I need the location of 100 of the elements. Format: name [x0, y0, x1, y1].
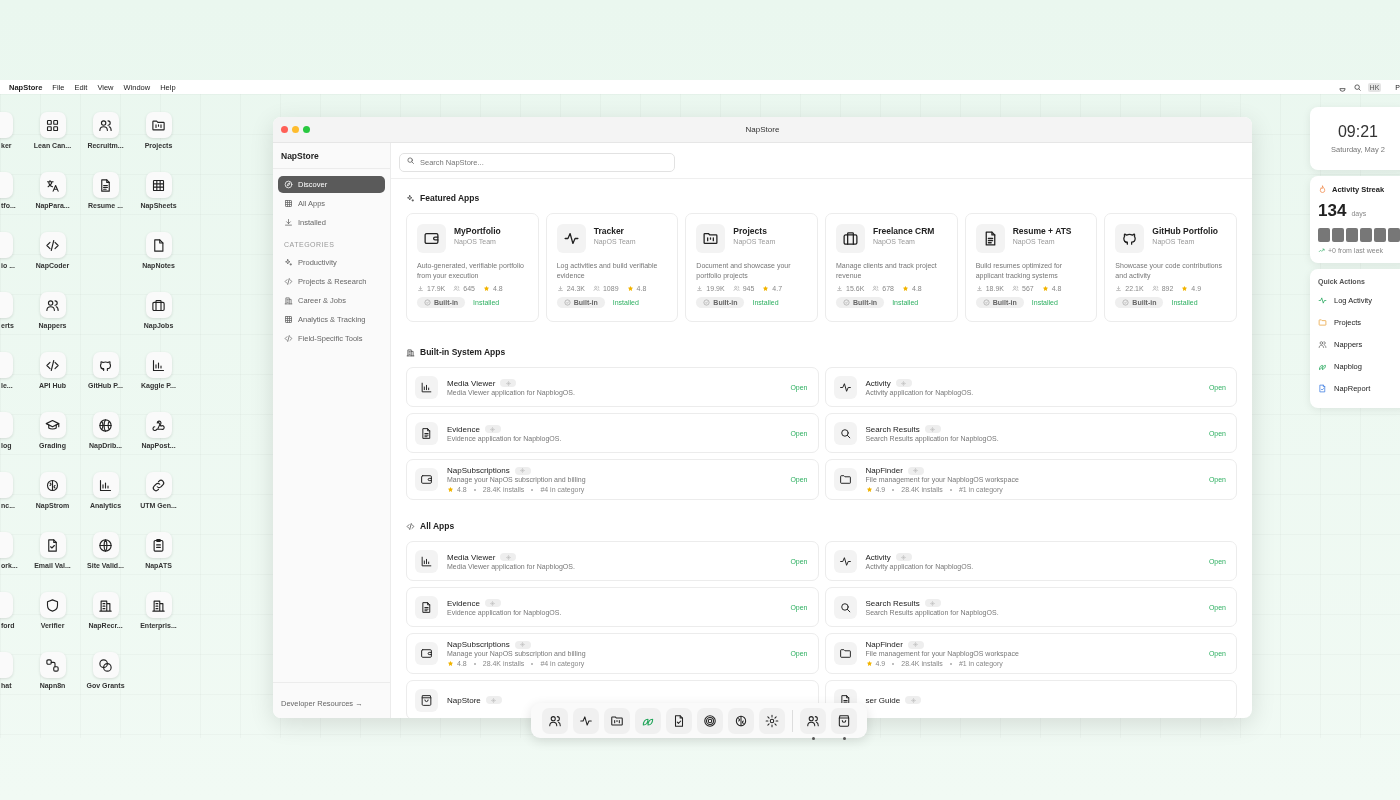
sparkle-icon — [406, 193, 415, 203]
download-icon — [696, 285, 704, 292]
search-icon — [838, 426, 852, 440]
pulse-icon — [838, 554, 852, 568]
dock-item[interactable] — [830, 707, 857, 734]
pulse-icon — [562, 230, 580, 247]
app-title: Tracker — [593, 226, 625, 236]
app-title: NapStore — [447, 695, 481, 705]
star-icon — [483, 285, 490, 292]
folder-icon — [838, 473, 852, 486]
star-icon — [865, 660, 873, 667]
note-icon — [151, 237, 166, 253]
system-badge — [484, 425, 501, 433]
system-badge — [485, 696, 502, 704]
code-icon — [284, 277, 293, 286]
search-icon — [838, 600, 852, 614]
users-icon — [98, 117, 113, 133]
star-icon — [1041, 285, 1049, 292]
bar-chart-icon — [98, 477, 113, 493]
system-badge — [905, 696, 922, 704]
wallet-icon — [423, 230, 440, 247]
users-icon — [45, 297, 60, 313]
download-icon — [284, 218, 293, 227]
sparkle-icon — [284, 258, 293, 267]
app-title: NapSubscriptions — [447, 466, 510, 475]
system-badge — [484, 599, 501, 607]
folder-chart-icon — [151, 117, 166, 133]
system-badge — [514, 466, 531, 475]
bar-chart-icon — [420, 380, 433, 394]
pulse-icon — [838, 380, 852, 394]
pulse-icon — [1318, 295, 1327, 305]
close-button[interactable] — [281, 126, 288, 133]
star-icon — [902, 285, 909, 292]
flame-icon — [1318, 185, 1327, 194]
wallet-icon — [420, 647, 433, 660]
app-title: Resume + ATS — [1012, 226, 1072, 236]
folder-chart-icon — [702, 230, 720, 247]
globe-icon — [98, 537, 113, 553]
app-title: Search Results — [865, 598, 920, 608]
app-title: Projects — [733, 226, 768, 236]
bag-icon — [420, 693, 433, 707]
system-badge — [500, 553, 517, 561]
target-icon — [702, 713, 717, 728]
app-title: NapFinder — [865, 466, 903, 475]
dock-item[interactable] — [696, 707, 723, 734]
app-title: NapFinder — [865, 640, 903, 649]
section-heading: Built-in System Apps — [420, 347, 506, 357]
search-icon[interactable] — [1352, 82, 1362, 92]
code-icon — [45, 237, 60, 253]
app-title: Evidence — [447, 598, 480, 608]
users-icon — [732, 285, 740, 292]
code-icon — [406, 521, 415, 531]
search-icon — [406, 156, 415, 165]
pulse-icon — [578, 713, 593, 728]
file-check-icon — [45, 537, 60, 553]
gear-icon — [764, 713, 779, 728]
users-icon — [1012, 285, 1019, 292]
app-title: GitHub Portfolio — [1152, 226, 1218, 236]
building-icon — [284, 296, 293, 305]
code-icon — [284, 334, 293, 343]
dock-item[interactable] — [665, 707, 692, 734]
section-heading: All Apps — [420, 521, 455, 531]
code-icon — [45, 357, 60, 373]
star-icon — [865, 486, 873, 493]
star-icon — [447, 486, 454, 493]
users-icon — [1318, 339, 1327, 349]
compass-icon — [284, 180, 293, 189]
app-title: NapSubscriptions — [447, 640, 510, 649]
app-title: Activity — [865, 378, 891, 388]
clock-time: 09:21 — [1337, 123, 1378, 141]
building-icon — [151, 597, 166, 613]
dock-item[interactable] — [727, 707, 754, 734]
streak-count: 134 — [1318, 201, 1347, 221]
download-icon — [1115, 285, 1123, 292]
wallet-icon — [420, 473, 433, 486]
grid-icon — [151, 177, 166, 193]
app-title: ser Guide — [865, 695, 901, 705]
users-icon — [1151, 285, 1159, 292]
dock-item[interactable] — [603, 707, 630, 734]
users-icon — [592, 285, 600, 292]
dock-item[interactable] — [541, 707, 568, 734]
app-title: Freelance CRM — [873, 226, 935, 236]
bar-chart-icon — [151, 357, 166, 373]
dock-item[interactable] — [799, 707, 826, 734]
app-title: Evidence — [447, 424, 480, 434]
app-title: MyPortfolio — [454, 226, 501, 236]
system-badge — [895, 553, 912, 561]
document-icon — [420, 426, 433, 440]
ball-icon — [98, 417, 113, 433]
grid-icon — [284, 315, 293, 324]
system-badge — [895, 379, 912, 387]
app-title: Media Viewer — [447, 552, 496, 562]
nodes-icon — [45, 657, 60, 673]
users-icon — [453, 285, 461, 292]
star-icon — [447, 660, 454, 667]
system-badge — [924, 599, 941, 607]
app-title: Search Results — [865, 424, 920, 434]
download-icon — [836, 285, 843, 292]
system-badge — [514, 640, 531, 649]
briefcase-icon — [842, 230, 859, 247]
